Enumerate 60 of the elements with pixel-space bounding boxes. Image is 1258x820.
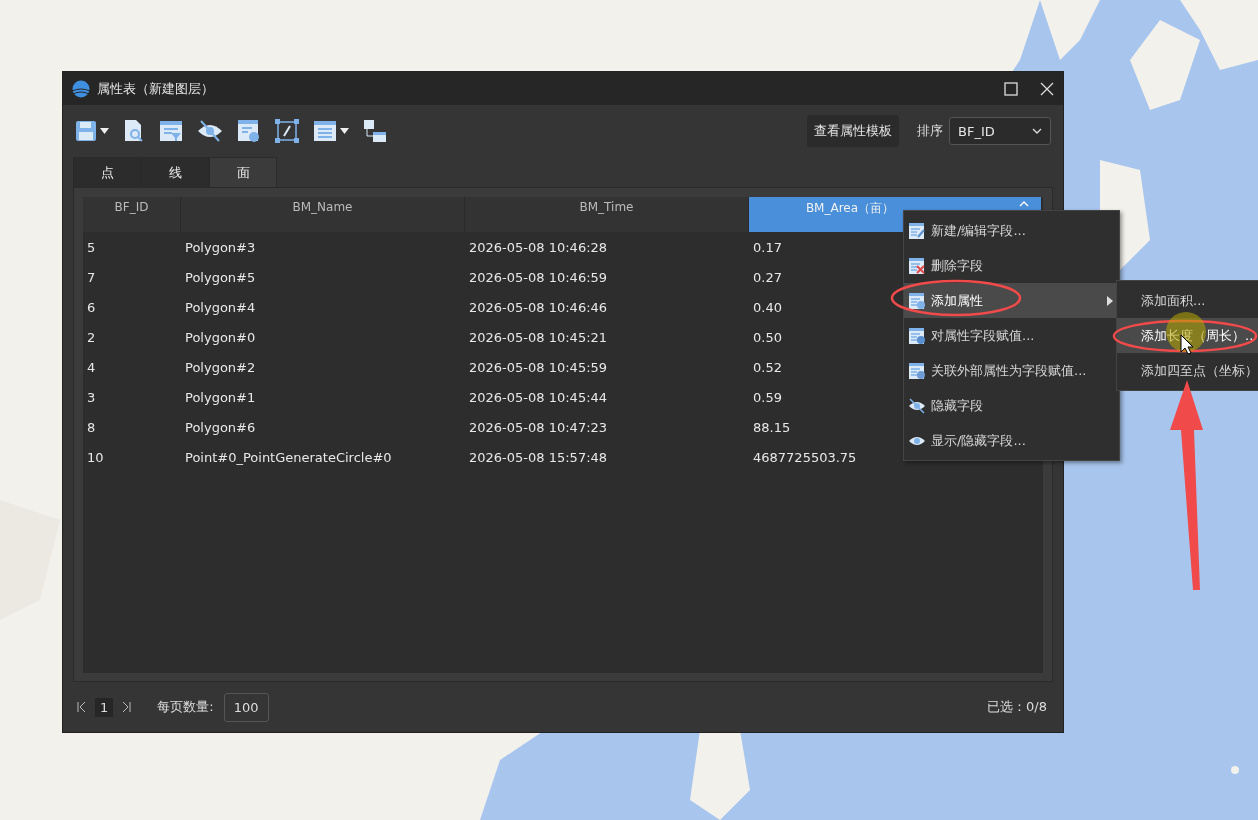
table-cell: Point#0_PointGenerateCircle#0 — [185, 449, 392, 465]
table-cell: 2 — [87, 329, 96, 345]
table-cell: 0.50 — [753, 329, 782, 345]
table-cell: 2026-05-08 10:46:59 — [469, 269, 608, 285]
menu-item-label: 关联外部属性为字段赋值... — [931, 361, 1087, 380]
view-template-button[interactable]: 查看属性模板 — [807, 115, 899, 147]
table-cell: 0.52 — [753, 359, 782, 375]
menu-item[interactable]: 删除字段 — [904, 248, 1119, 283]
page-size-field[interactable]: 100 — [223, 692, 269, 722]
table-cell: Polygon#5 — [185, 269, 256, 285]
table-cell: 2026-05-08 10:45:59 — [469, 359, 608, 375]
menu-item-label: 隐藏字段 — [931, 396, 983, 415]
menu-item[interactable]: 添加四至点（坐标） — [1117, 353, 1258, 388]
menu-item-label: 显示/隐藏字段... — [931, 431, 1026, 450]
menu-item[interactable]: 添加属性 — [904, 283, 1119, 318]
sort-select[interactable]: BF_ID — [949, 117, 1051, 145]
table-cell: 0.59 — [753, 389, 782, 405]
menu-item[interactable]: 添加面积... — [1117, 283, 1258, 318]
menu-item[interactable]: 显示/隐藏字段... — [904, 423, 1119, 458]
table-cell: 2026-05-08 10:46:46 — [469, 299, 608, 315]
page-size-label: 每页数量: — [157, 698, 214, 716]
table-cell: Polygon#1 — [185, 389, 256, 405]
menu-item[interactable]: 关联外部属性为字段赋值... — [904, 353, 1119, 388]
table-cell: 3 — [87, 389, 96, 405]
tab[interactable]: 点 — [73, 157, 141, 187]
column-header[interactable]: BF_ID — [83, 197, 181, 232]
selected-count: 已选：0/8 — [987, 698, 1047, 716]
table-cell: 6 — [87, 299, 96, 315]
sort-label: 排序 — [917, 122, 943, 140]
table-cell: 2026-05-08 10:45:44 — [469, 389, 608, 405]
table-cell: 2026-05-08 10:45:21 — [469, 329, 608, 345]
table-cell: Polygon#3 — [185, 239, 256, 255]
table-cell: 0.27 — [753, 269, 782, 285]
table-cell: 10 — [87, 449, 104, 465]
page-number[interactable]: 1 — [95, 697, 114, 717]
tab[interactable]: 线 — [141, 157, 209, 187]
menu-item-label: 对属性字段赋值... — [931, 326, 1035, 345]
table-cell: 2026-05-08 10:46:28 — [469, 239, 608, 255]
table-cell: 88.15 — [753, 419, 791, 435]
tab[interactable]: 面 — [209, 157, 277, 187]
table-cell: Polygon#6 — [185, 419, 256, 435]
menu-item[interactable]: 对属性字段赋值... — [904, 318, 1119, 353]
table-cell: 0.17 — [753, 239, 782, 255]
table-cell: 2026-05-08 15:57:48 — [469, 449, 608, 465]
table-cell: 7 — [87, 269, 96, 285]
menu-item[interactable]: 隐藏字段 — [904, 388, 1119, 423]
window-title: 属性表（新建图层） — [97, 79, 215, 98]
table-cell: Polygon#0 — [185, 329, 256, 345]
menu-item-label: 添加属性 — [931, 291, 983, 310]
menu-item-label: 删除字段 — [931, 256, 983, 275]
table-cell: 2026-05-08 10:47:23 — [469, 419, 608, 435]
table-cell: 0.40 — [753, 299, 782, 315]
column-header[interactable]: BM_Name — [181, 197, 465, 232]
table-cell: Polygon#2 — [185, 359, 256, 375]
column-header[interactable]: BM_Time — [465, 197, 749, 232]
table-cell: 4 — [87, 359, 96, 375]
table-cell: 5 — [87, 239, 96, 255]
table-cell: 4687725503.75 — [753, 449, 857, 465]
table-cell: 8 — [87, 419, 96, 435]
table-cell: Polygon#4 — [185, 299, 256, 315]
